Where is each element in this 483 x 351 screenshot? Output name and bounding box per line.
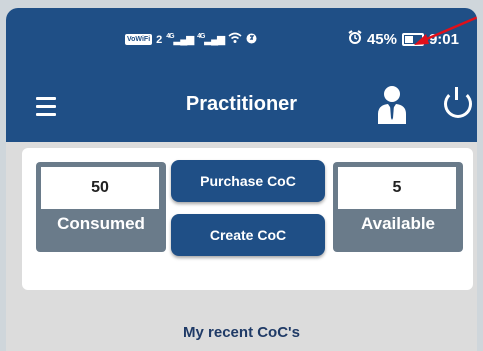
create-coc-button[interactable]: Create CoC [171, 214, 325, 256]
annotation-arrow-icon [414, 16, 477, 45]
consumed-label: Consumed [57, 214, 145, 233]
recent-coc-heading: My recent CoC's [183, 324, 300, 341]
available-stat: 5 Available [333, 162, 463, 252]
alarm-icon [348, 30, 362, 48]
consumed-value: 50 [41, 167, 159, 209]
vpn-icon [246, 33, 257, 47]
status-bar: VoWiFi 2 4G▂▄▆ 4G▂▄▆ 45% 9:01 [6, 8, 477, 72]
available-label: Available [360, 214, 436, 233]
available-value: 5 [338, 167, 456, 209]
wifi-icon [228, 32, 242, 47]
consumed-stat: 50 Consumed [36, 162, 166, 252]
signal-icon-2: 4G▂▄▆ [197, 33, 225, 46]
battery-percent: 45% [366, 30, 397, 48]
profile-user-icon[interactable] [376, 84, 408, 124]
phone-screen: VoWiFi 2 4G▂▄▆ 4G▂▄▆ 45% 9:01 Practition… [6, 8, 477, 351]
power-logout-icon[interactable] [444, 87, 472, 118]
app-bar: Practitioner [6, 72, 477, 142]
signal-icon: 4G▂▄▆ [166, 33, 194, 46]
status-left: VoWiFi 2 4G▂▄▆ 4G▂▄▆ [125, 32, 257, 47]
sim-indicator: 2 [156, 33, 163, 46]
purchase-coc-button[interactable]: Purchase CoC [171, 160, 325, 202]
vowifi-badge: VoWiFi [125, 34, 153, 45]
coc-summary-card: 50 Consumed Purchase CoC Create CoC 5 Av… [22, 148, 473, 290]
